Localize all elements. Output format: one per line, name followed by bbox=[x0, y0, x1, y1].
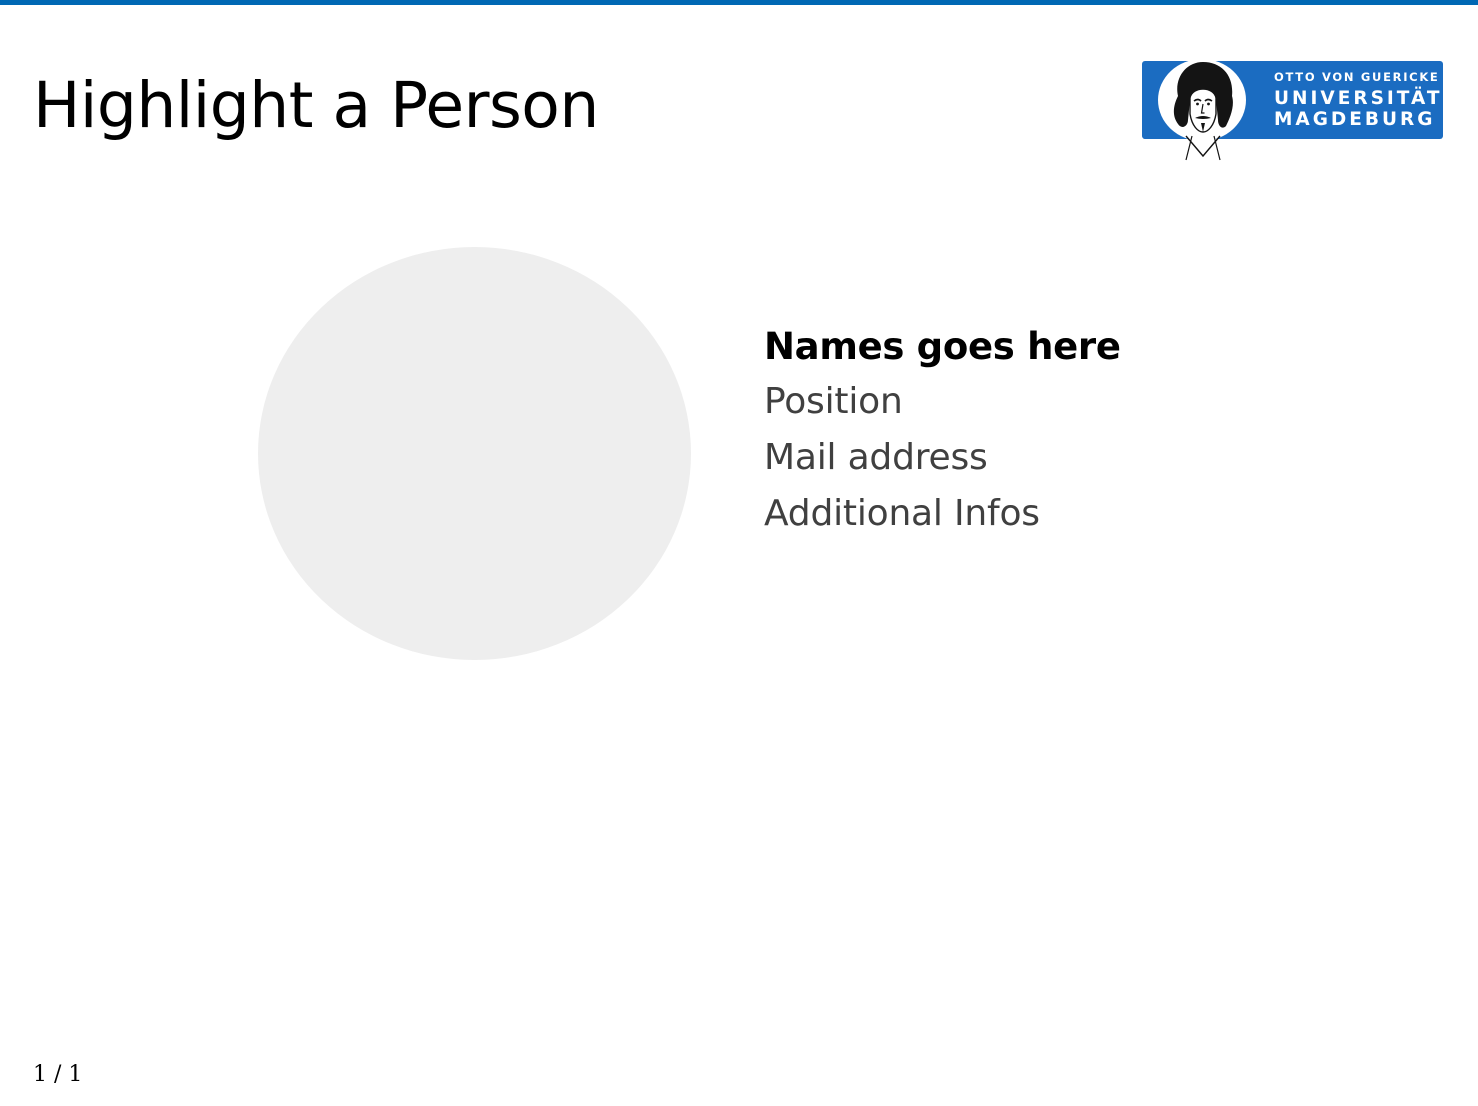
accent-top-bar bbox=[0, 0, 1478, 5]
person-name: Names goes here bbox=[764, 325, 1121, 368]
person-position: Position bbox=[764, 381, 903, 422]
person-info: Names goes here Position Mail address Ad… bbox=[764, 320, 1121, 542]
person-photo-placeholder bbox=[258, 247, 691, 660]
logo-text-middle: UNIVERSITÄT bbox=[1274, 88, 1443, 109]
page-number: 1 / 1 bbox=[33, 1062, 83, 1087]
person-additional-info: Additional Infos bbox=[764, 493, 1040, 534]
university-logo: OTTO VON GUERICKE UNIVERSITÄT MAGDEBURG bbox=[1142, 56, 1444, 164]
slide-title: Highlight a Person bbox=[33, 69, 599, 142]
person-mail: Mail address bbox=[764, 437, 988, 478]
logo-text-top: OTTO VON GUERICKE bbox=[1274, 70, 1440, 84]
logo-text-bottom: MAGDEBURG bbox=[1274, 109, 1436, 130]
guericke-portrait-icon bbox=[1158, 59, 1246, 161]
